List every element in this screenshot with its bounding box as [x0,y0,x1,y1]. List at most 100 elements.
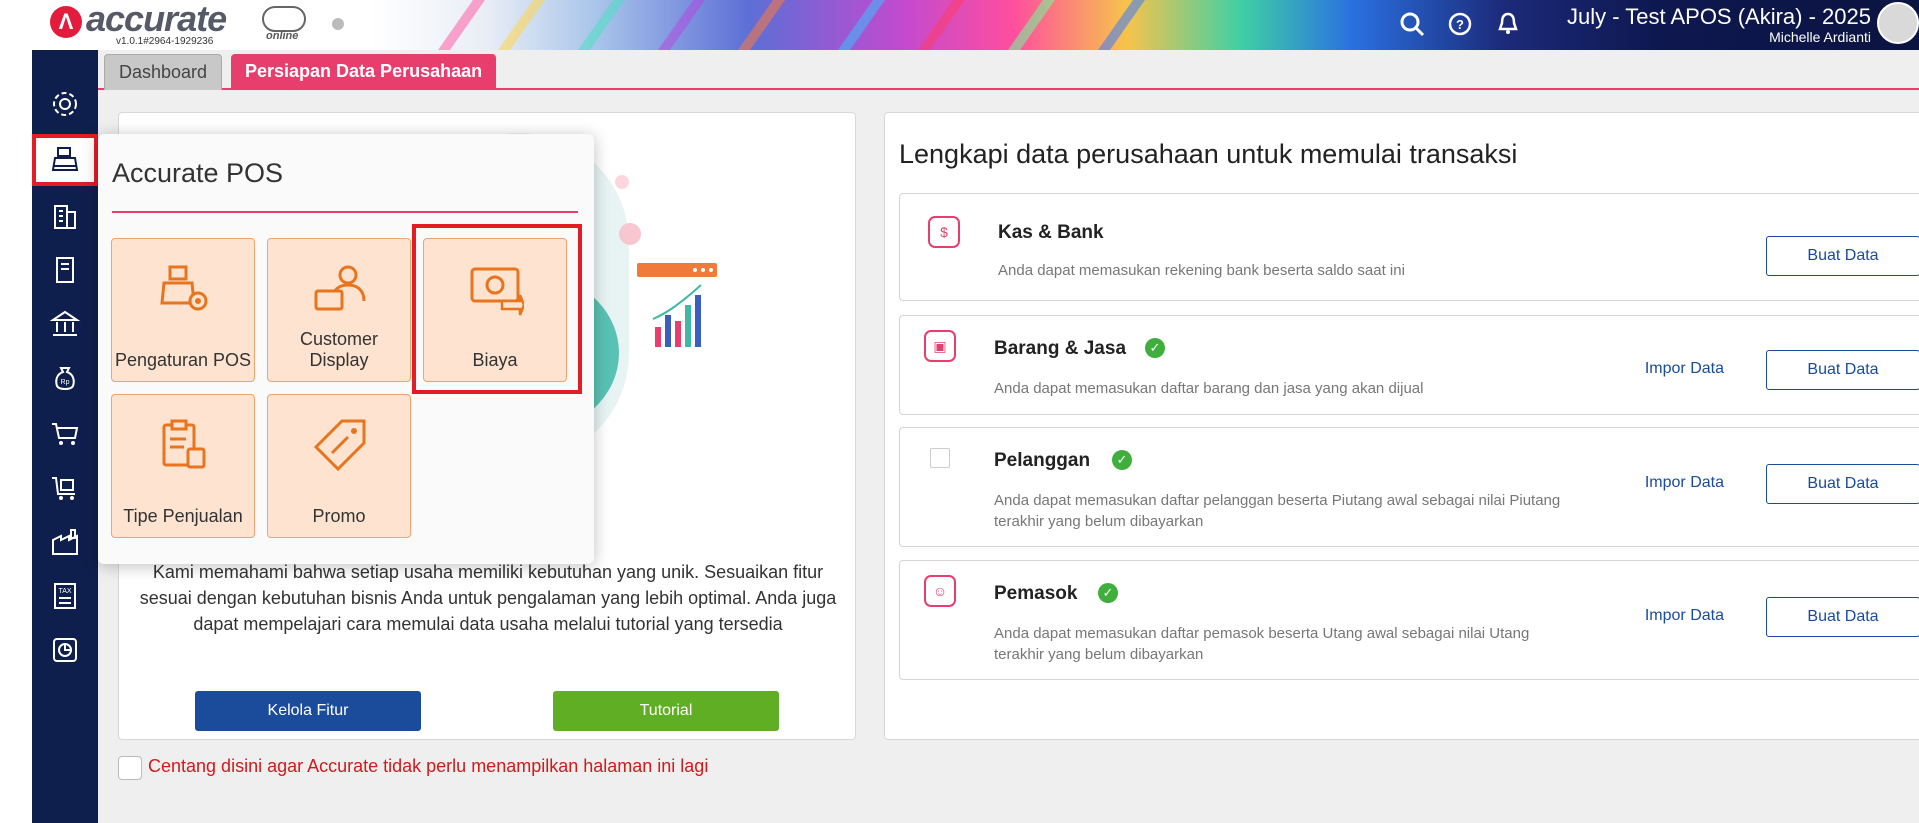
illustration-dot [619,223,641,245]
popup-title: Accurate POS [112,158,284,188]
sidebar-item-cash[interactable]: Rp [32,352,98,404]
svg-text:?: ? [1456,17,1464,32]
tutorial-button[interactable]: Tutorial [553,691,779,731]
sidebar-item-settings[interactable] [32,78,98,130]
tile-customer-display[interactable]: Customer Display [267,238,411,382]
bank-icon [49,310,81,336]
sidebar-item-ledger[interactable] [32,244,98,296]
impor-data-button[interactable]: Impor Data [1645,360,1724,378]
cart-icon [52,423,79,445]
package-icon: ▣ [924,330,956,362]
header-decoration [563,0,633,50]
company-name[interactable]: July - Test APOS (Akira) - 2025 [1567,4,1871,30]
gear-icon [53,92,77,116]
setup-item-pelanggan: Pelanggan ✓ Anda dapat memasukan daftar … [899,427,1919,547]
sidebar-item-sales[interactable] [32,408,98,460]
header-decoration [823,0,893,50]
factory-icon [52,529,78,555]
buat-data-button[interactable]: Buat Data [1766,597,1919,637]
header-decoration [903,0,973,50]
header-decoration [1083,0,1153,50]
app-version: v1.0.1#2964-1929236 [116,36,214,47]
hide-page-checkbox[interactable] [118,756,142,780]
tile-label: Tipe Penjualan [123,506,243,526]
tile-label: Promo [312,506,366,526]
sidebar-item-company[interactable] [32,190,98,242]
tile-tipe-penjualan[interactable]: Tipe Penjualan [111,394,255,538]
svg-text:TAX: TAX [58,588,71,595]
logo-mark-icon: Λ [50,6,82,38]
check-icon: ✓ [1098,583,1118,603]
item-description: Anda dapat memasukan rekening bank beser… [998,262,1405,279]
item-title: Pemasok [994,583,1078,604]
welcome-text: Kami memahami bahwa setiap usaha memilik… [139,562,837,634]
tab-dashboard[interactable]: Dashboard [104,54,223,90]
warehouse-cart-icon [52,477,75,500]
item-description: Anda dapat memasukan daftar barang dan j… [994,380,1424,397]
sidebar-item-reports[interactable] [32,624,98,676]
header-decoration [993,0,1063,50]
buat-data-button[interactable]: Buat Data [1766,236,1919,276]
logo-subtext: online [266,30,299,42]
bell-icon[interactable] [1494,10,1522,38]
book-icon [56,257,74,283]
sidebar: Rp TAX [32,50,98,823]
tile-label: Pengaturan POS [114,350,252,370]
app-logo[interactable]: Λ accurate online v1.0.1#2964-1929236 [50,0,310,48]
item-title: Pelanggan [994,450,1091,471]
tile-promo[interactable]: Promo [267,394,411,538]
growth-chart-icon [637,263,717,347]
selection-highlight [412,224,582,394]
svg-text:Rp: Rp [61,379,70,386]
sidebar-item-bank[interactable] [32,298,98,350]
search-icon[interactable] [1398,10,1426,38]
header-decoration [643,0,713,50]
buat-data-button[interactable]: Buat Data [1766,464,1919,504]
setup-item-pemasok: ☺ Pemasok ✓ Anda dapat memasukan daftar … [899,560,1919,680]
sidebar-item-pos[interactable] [32,134,98,186]
item-description: Anda dapat memasukan daftar pemasok bese… [994,625,1530,663]
top-header: Λ accurate online v1.0.1#2964-1929236 ? … [32,0,1919,50]
sales-type-icon [162,419,206,469]
check-icon: ✓ [1112,450,1132,470]
setup-item-kas-bank: $ Kas & Bank Anda dapat memasukan rekeni… [899,193,1919,301]
supplier-icon: ☺ [924,575,956,607]
building-icon [54,205,76,229]
illustration-dot [615,175,629,189]
impor-data-button[interactable]: Impor Data [1645,607,1724,625]
tile-label: Customer Display [299,329,379,370]
hide-page-label[interactable]: Centang disini agar Accurate tidak perlu… [148,756,708,777]
tab-persiapan-data[interactable]: Persiapan Data Perusahaan [231,54,497,90]
sidebar-item-factory[interactable] [32,516,98,568]
kelola-fitur-button[interactable]: Kelola Fitur [195,691,421,731]
promo-tag-icon [313,419,366,472]
popup-divider [112,211,578,213]
sidebar-item-tax[interactable]: TAX [32,570,98,622]
item-title: Kas & Bank [998,222,1104,243]
avatar[interactable] [1877,2,1919,44]
header-decoration [723,0,793,50]
sidebar-item-inventory[interactable] [32,462,98,514]
cash-bank-icon: $ [928,216,960,248]
status-dot [332,18,344,30]
cash-register-icon [51,147,79,171]
data-setup-card: Lengkapi data perusahaan untuk memulai t… [884,112,1919,740]
header-decoration [423,0,493,50]
help-icon[interactable]: ? [1446,10,1474,38]
item-title: Barang & Jasa [994,338,1127,359]
tile-pengaturan-pos[interactable]: Pengaturan POS [111,238,255,382]
setup-item-barang-jasa: ▣ Barang & Jasa ✓ Anda dapat memasukan d… [899,315,1919,415]
pos-settings-icon [160,265,208,311]
customer-display-icon [314,265,366,311]
logo-text: accurate [86,0,227,39]
setup-title: Lengkapi data perusahaan untuk memulai t… [899,139,1518,169]
buat-data-button[interactable]: Buat Data [1766,350,1919,390]
check-icon: ✓ [1145,338,1165,358]
impor-data-button[interactable]: Impor Data [1645,474,1724,492]
user-name: Michelle Ardianti [1769,29,1871,45]
customer-icon [930,448,950,468]
cloud-icon [262,6,306,32]
report-chart-icon [53,638,77,662]
header-decoration [483,0,553,50]
tab-bar: Dashboard Persiapan Data Perusahaan [98,50,1919,90]
